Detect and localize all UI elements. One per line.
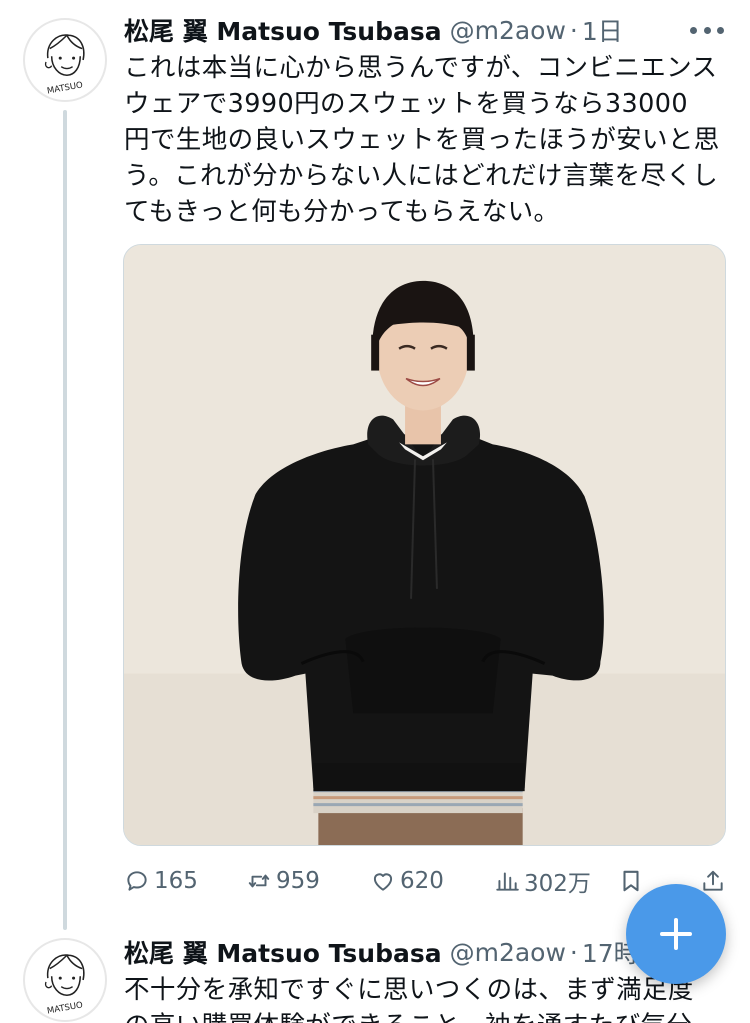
like-button[interactable]: 620 (370, 862, 444, 900)
user-handle[interactable]: @m2aow (450, 16, 566, 45)
separator-dot: · (569, 15, 578, 45)
user-handle[interactable]: @m2aow (450, 938, 566, 967)
plus-icon (660, 918, 692, 950)
reply-button[interactable]: 165 (124, 862, 198, 900)
compose-button[interactable] (626, 884, 726, 984)
timestamp[interactable]: 1日 (582, 12, 623, 48)
more-icon[interactable] (690, 18, 724, 42)
heart-icon (373, 873, 393, 891)
tweet-header: 松尾 翼 Matsuo Tsubasa @m2aow · 1日 (124, 12, 623, 48)
retweet-count: 959 (276, 868, 320, 894)
share-icon (703, 870, 723, 891)
avatar[interactable]: MATSUO (23, 18, 107, 102)
thread-line (63, 110, 67, 930)
avatar-label: MATSUO (46, 80, 84, 96)
views-count: 302万 (524, 871, 591, 897)
bookmark-icon (623, 870, 639, 892)
tweet-actions: 165 959 620 302万 (124, 862, 734, 900)
views-button[interactable]: 302万 (494, 862, 591, 900)
retweet-button[interactable]: 959 (246, 862, 320, 900)
display-name[interactable]: 松尾 翼 Matsuo Tsubasa (124, 934, 442, 970)
tweet-photo[interactable] (123, 244, 726, 846)
separator-dot: · (569, 937, 578, 967)
avatar-label: MATSUO (46, 1000, 84, 1016)
views-icon (496, 872, 519, 891)
retweet-icon (248, 874, 270, 888)
reply-icon (127, 871, 147, 891)
display-name[interactable]: 松尾 翼 Matsuo Tsubasa (124, 12, 442, 48)
tweet-text: これは本当に心から思うんですが、コンビニエンス ウェアで3990円のスウェットを… (124, 53, 720, 227)
avatar[interactable]: MATSUO (23, 938, 107, 1022)
like-count: 620 (400, 868, 444, 894)
tweet-text: 不十分を承知ですぐに思いつくのは、まず満足度 の高い購買体験ができること、袖を通… (124, 975, 694, 1023)
tweet-header: 松尾 翼 Matsuo Tsubasa @m2aow · 17時 (124, 934, 639, 970)
reply-count: 165 (154, 868, 198, 894)
